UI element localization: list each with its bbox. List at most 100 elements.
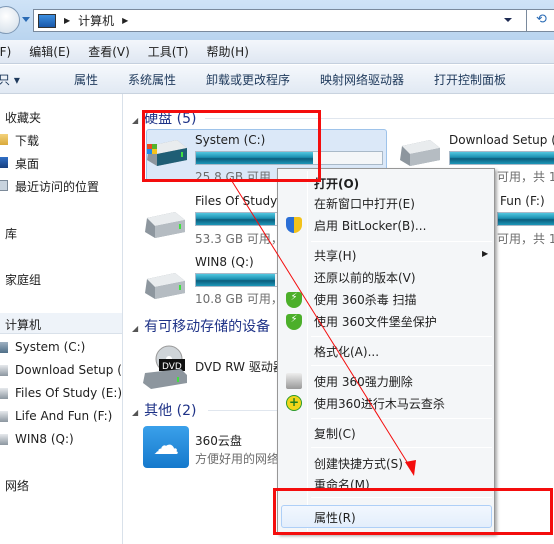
menu-view[interactable]: 查看(V)	[88, 43, 130, 60]
collapse-icon[interactable]: ◢	[132, 324, 138, 333]
sidebar-drive-f[interactable]: Life And Fun (F:)	[15, 409, 112, 423]
menu-item-restore-versions[interactable]: 还原以前的版本(V)	[314, 269, 416, 286]
navigation-pane: 收藏夹 下载 桌面 最近访问的位置 库 家庭组 计算机 System (C:) …	[0, 94, 123, 544]
sidebar-homegroup[interactable]: 家庭组	[5, 271, 41, 288]
shredder-icon	[286, 373, 302, 389]
menu-tools[interactable]: 工具(T)	[148, 43, 189, 60]
sidebar-favorites[interactable]: 收藏夹	[5, 109, 41, 126]
menu-item-360-protect[interactable]: 使用 360文件堡垒保护	[314, 313, 437, 330]
drive-usage-fill	[196, 213, 276, 225]
drive-icon	[145, 212, 185, 238]
recent-places-icon	[0, 180, 8, 191]
menu-separator	[311, 241, 492, 242]
drive-icon	[0, 411, 8, 422]
sidebar-drive-e[interactable]: Files Of Study (E:)	[15, 386, 122, 400]
drive-name[interactable]: Files Of Study	[195, 194, 277, 208]
drive-name[interactable]: Fun (F:)	[500, 194, 545, 208]
group-header-other[interactable]: ◢ 其他 (2)	[132, 400, 196, 420]
drive-icon	[0, 434, 8, 445]
breadcrumb-arrow-icon[interactable]: ▶	[122, 16, 128, 25]
drive-usage-fill	[498, 213, 554, 225]
menu-item-share[interactable]: 共享(H)	[314, 247, 356, 264]
menu-edit[interactable]: 编辑(E)	[29, 43, 70, 60]
360-antivirus-icon: ⚡	[286, 314, 302, 330]
menu-item-bitlocker[interactable]: 启用 BitLocker(B)...	[314, 217, 426, 234]
menu-item-copy[interactable]: 复制(C)	[314, 425, 356, 442]
sidebar-libraries[interactable]: 库	[5, 225, 17, 242]
menu-bar: (F) 编辑(E) 查看(V) 工具(T) 帮助(H)	[0, 40, 554, 64]
360-cloud-icon: ☁	[143, 426, 189, 468]
menu-item-360-scan[interactable]: 使用 360杀毒 扫描	[314, 291, 417, 308]
drive-icon	[0, 365, 8, 376]
sidebar-item-desktop[interactable]: 桌面	[15, 155, 39, 172]
collapse-icon[interactable]: ◢	[132, 116, 138, 125]
drive-usage-fill	[450, 152, 554, 164]
menu-item-360-trojan-scan[interactable]: 使用360进行木马云查杀	[314, 395, 445, 412]
menu-item-open-new-window[interactable]: 在新窗口中打开(E)	[314, 195, 415, 212]
menu-item-format[interactable]: 格式化(A)...	[314, 343, 379, 360]
properties-button[interactable]: 属性	[74, 71, 128, 88]
downloads-folder-icon	[0, 134, 8, 145]
menu-separator	[311, 418, 492, 419]
dvd-drive-name[interactable]: DVD RW 驱动器	[195, 358, 285, 375]
drive-icon	[145, 273, 185, 299]
drive-free-space: 可用，共 1	[497, 170, 554, 184]
map-network-drive-button[interactable]: 映射网络驱动器	[320, 71, 434, 88]
360-cloud-name[interactable]: 360云盘	[195, 432, 242, 449]
uninstall-program-button[interactable]: 卸载或更改程序	[206, 71, 320, 88]
drive-icon	[0, 388, 8, 399]
drive-usage-bar	[449, 151, 554, 165]
organize-button[interactable]: 只 ▾	[0, 71, 74, 88]
annotation-box-drive-c	[142, 110, 321, 182]
divider	[208, 410, 278, 411]
address-bar[interactable]: ▶ 计算机 ▶ ⟲	[33, 9, 554, 32]
history-dropdown-icon[interactable]	[22, 17, 30, 22]
drive-icon	[400, 140, 440, 166]
annotation-box-properties	[273, 488, 553, 535]
computer-icon	[38, 13, 56, 28]
system-drive-icon	[0, 342, 8, 353]
menu-separator	[311, 365, 492, 366]
drive-free-space: 53.3 GB 可用，	[195, 232, 283, 246]
context-menu: 打开(O) 在新窗口中打开(E) 启用 BitLocker(B)... 共享(H…	[277, 168, 495, 534]
drive-free-space: 10.8 GB 可用，	[195, 292, 283, 306]
sidebar-computer[interactable]: 计算机	[5, 316, 41, 333]
drive-free-space: 可用，共 1	[497, 232, 554, 246]
menu-help[interactable]: 帮助(H)	[207, 43, 249, 60]
sidebar-item-recent[interactable]: 最近访问的位置	[15, 178, 99, 195]
360-cloud-scan-icon: +	[286, 395, 302, 411]
title-bar: ▶ 计算机 ▶ ⟲	[0, 0, 554, 40]
group-header-removable[interactable]: ◢ 有可移动存储的设备	[132, 316, 270, 336]
refresh-icon[interactable]: ⟲	[526, 9, 554, 32]
collapse-icon[interactable]: ◢	[132, 408, 138, 417]
360-cloud-desc: 方便好用的网络	[195, 452, 280, 466]
desktop-icon	[0, 157, 8, 168]
drive-usage-bar	[195, 212, 285, 226]
open-control-panel-button[interactable]: 打开控制面板	[434, 71, 506, 88]
sidebar-drive-c[interactable]: System (C:)	[15, 340, 85, 354]
dvd-drive-icon: DVD	[143, 345, 187, 389]
submenu-arrow-icon: ▶	[482, 249, 489, 258]
menu-separator	[311, 447, 492, 448]
sidebar-drive-d[interactable]: Download Setup (	[15, 363, 122, 377]
menu-gutter	[307, 171, 308, 531]
menu-item-create-shortcut[interactable]: 创建快捷方式(S)	[314, 455, 403, 472]
drive-name[interactable]: WIN8 (Q:)	[195, 255, 254, 269]
menu-separator	[311, 336, 492, 337]
drive-usage-bar	[195, 273, 285, 287]
back-button[interactable]	[0, 6, 20, 34]
sidebar-drive-q[interactable]: WIN8 (Q:)	[15, 432, 74, 446]
command-bar: 只 ▾ 属性 系统属性 卸载或更改程序 映射网络驱动器 打开控制面板	[0, 65, 554, 94]
menu-item-360-force-delete[interactable]: 使用 360强力删除	[314, 373, 413, 390]
breadcrumb-arrow-icon[interactable]: ▶	[64, 16, 70, 25]
address-dropdown-icon[interactable]	[504, 18, 512, 22]
sidebar-network[interactable]: 网络	[5, 477, 29, 494]
menu-file[interactable]: (F)	[0, 45, 11, 59]
breadcrumb-computer[interactable]: 计算机	[78, 12, 114, 29]
drive-name[interactable]: Download Setup (	[449, 133, 554, 147]
sidebar-item-downloads[interactable]: 下载	[15, 132, 39, 149]
system-properties-button[interactable]: 系统属性	[128, 71, 206, 88]
drive-usage-fill	[196, 274, 276, 286]
uac-shield-icon	[286, 217, 302, 233]
drive-usage-bar	[497, 212, 554, 226]
